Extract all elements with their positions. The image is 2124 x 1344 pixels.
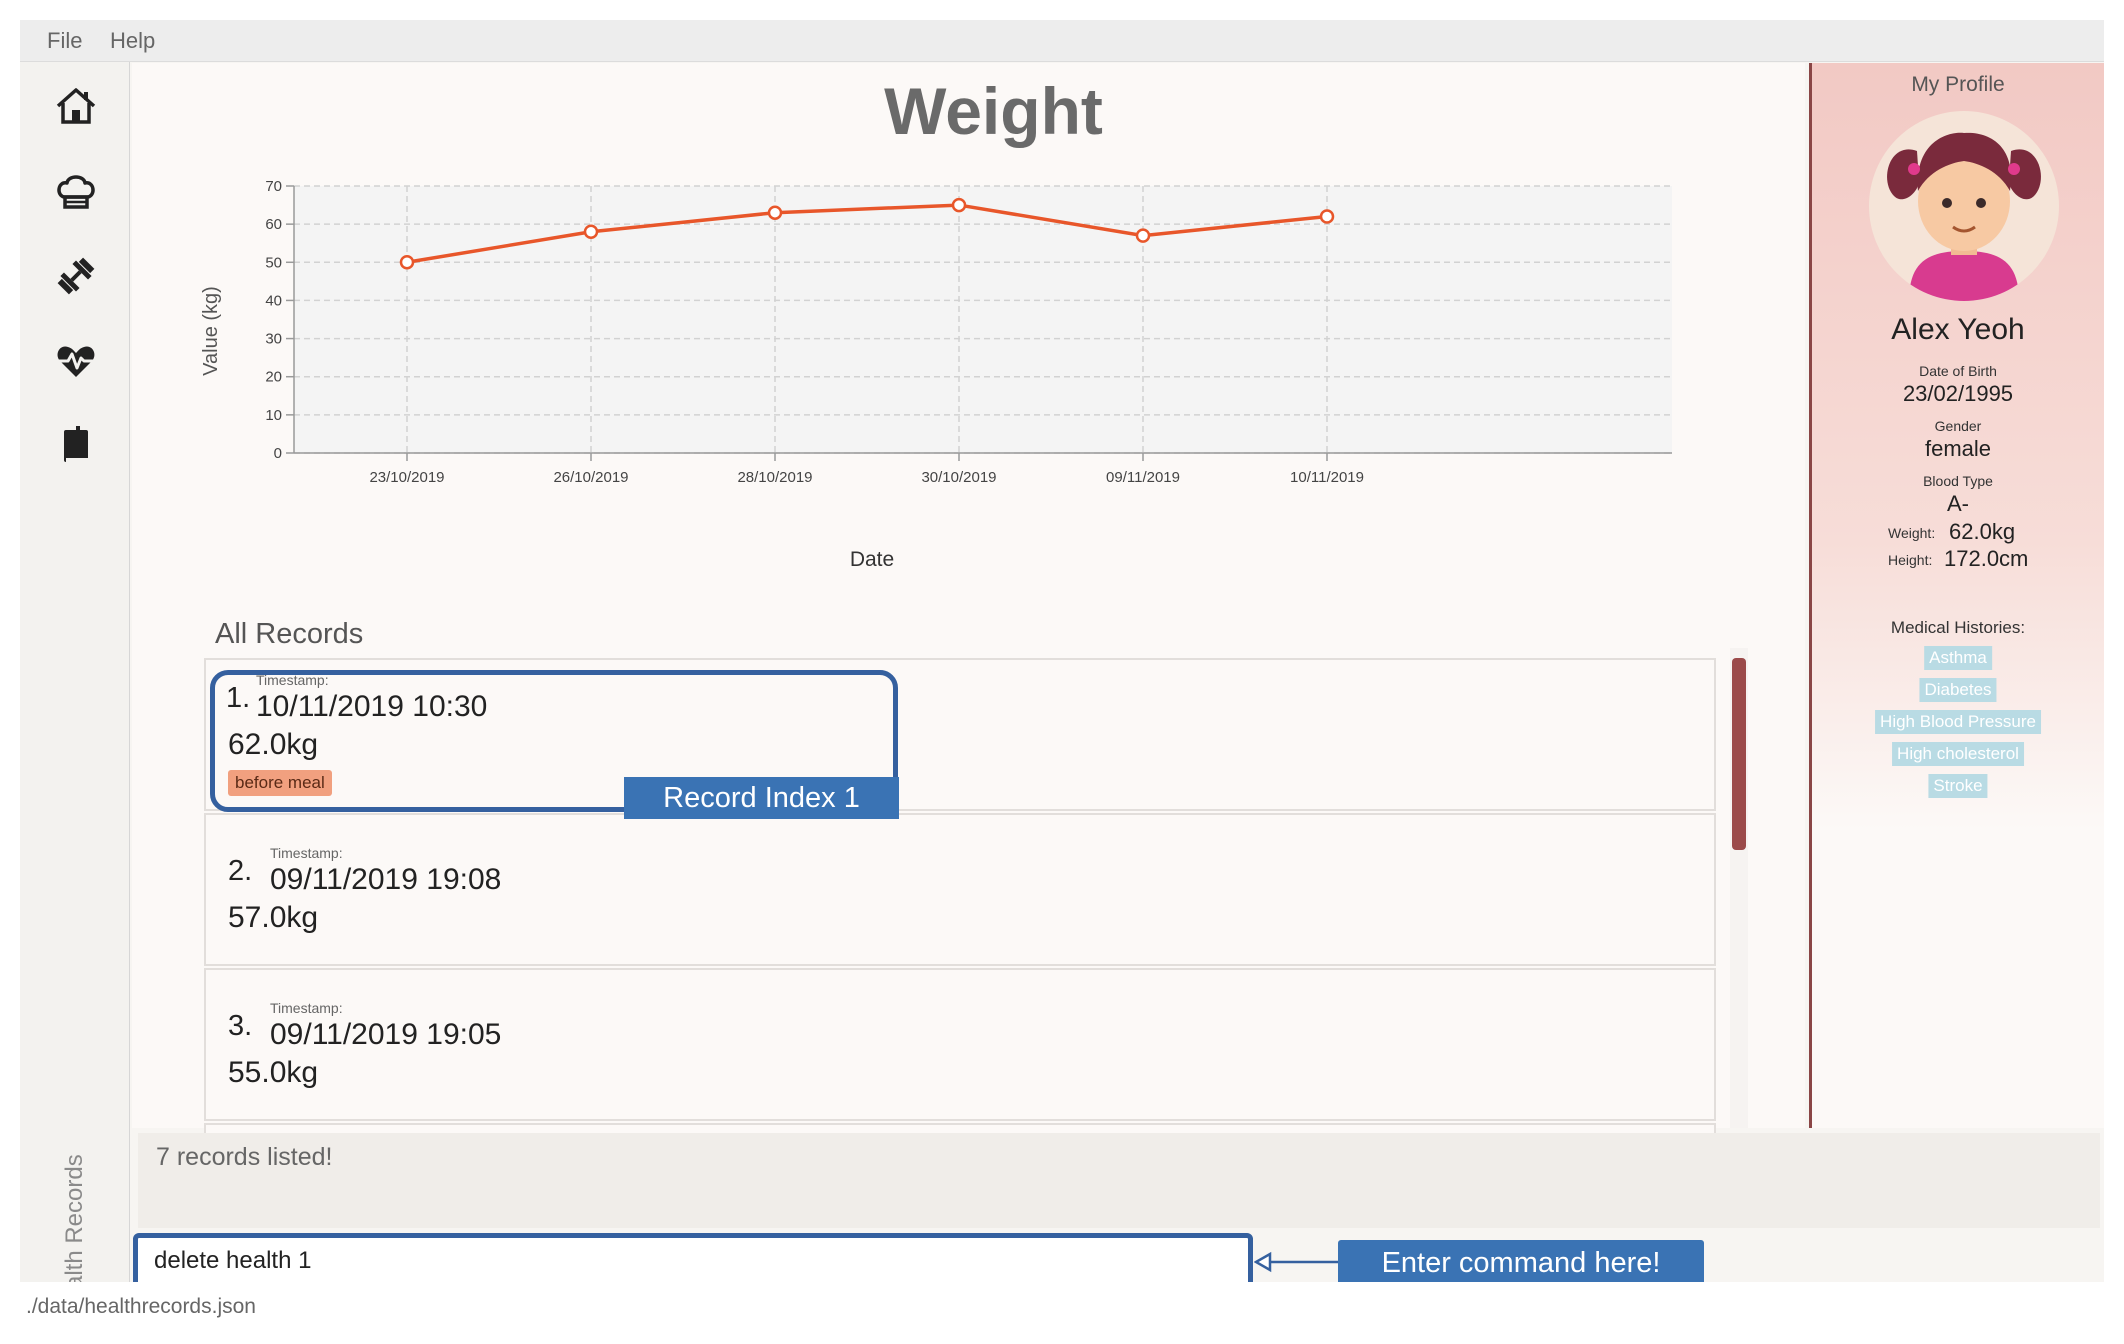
sidebar-vertical-label: Health Records bbox=[61, 1154, 88, 1282]
record-index: 3. bbox=[228, 1010, 253, 1042]
arrow-left-icon bbox=[1254, 1251, 1338, 1273]
height-value: 172.0cm bbox=[1944, 546, 2029, 571]
record-timestamp-label: Timestamp: bbox=[270, 845, 343, 861]
avatar bbox=[1869, 111, 2059, 301]
book-icon[interactable] bbox=[52, 422, 100, 470]
record-timestamp-label: Timestamp: bbox=[270, 1000, 343, 1016]
chart-x-tick-label: 28/10/2019 bbox=[737, 469, 812, 486]
command-callout: Enter command here! bbox=[1338, 1240, 1704, 1282]
history-chip: Asthma bbox=[1924, 646, 1992, 670]
chart-point bbox=[583, 224, 599, 240]
result-text: 7 records listed! bbox=[156, 1143, 333, 1171]
chart-y-ticks: 0 10 20 30 40 50 60 70 bbox=[265, 178, 294, 462]
chart-plot-area bbox=[294, 186, 1672, 453]
profile-panel: My Profile Alex Yeoh Date of Birth 23/02… bbox=[1809, 63, 2104, 1128]
records-title: All Records bbox=[215, 618, 364, 650]
chart-point bbox=[399, 255, 415, 270]
chart-x-axis-label: Date bbox=[850, 548, 894, 571]
dob-value: 23/02/1995 bbox=[1902, 381, 2014, 406]
chart-y-tick-label: 30 bbox=[265, 331, 282, 348]
gender-label: Gender bbox=[1934, 418, 1982, 434]
chart-point bbox=[1135, 228, 1151, 243]
chart-x-tick-label: 26/10/2019 bbox=[553, 469, 628, 486]
main-panel: Weight 0 10 20 30 40 50 60 70 23/10/2019 26/10/2… bbox=[132, 63, 1805, 1143]
history-chip: High cholesterol bbox=[1892, 742, 2024, 766]
chart-x-ticks: 23/10/2019 26/10/2019 28/10/2019 30/10/2019… bbox=[369, 453, 1364, 486]
sidebar: Health Records bbox=[20, 62, 130, 1282]
weight-chart: 0 10 20 30 40 50 60 70 23/10/2019 26/10/2019 28/1… bbox=[200, 178, 1672, 571]
dob-label: Date of Birth bbox=[1919, 363, 1997, 379]
record-card[interactable]: Timestamp: 2. 09/11/2019 19:08 57.0kg bbox=[204, 813, 1716, 966]
result-display: 7 records listed! bbox=[138, 1133, 2100, 1228]
records-scrollbar-thumb[interactable] bbox=[1732, 658, 1746, 850]
chart-grid bbox=[293, 185, 1672, 454]
chart-y-tick-label: 10 bbox=[265, 407, 282, 424]
chart-x-tick-label: 23/10/2019 bbox=[369, 469, 444, 486]
weight-value: 62.0kg bbox=[1949, 519, 2016, 544]
home-icon[interactable] bbox=[52, 82, 100, 130]
history-chip: Diabetes bbox=[1919, 678, 1997, 702]
chart-y-tick-label: 50 bbox=[265, 254, 282, 271]
app-window: File Help Health Records Weight 0 10 20 30 4… bbox=[20, 20, 2104, 1282]
blood-type-label: Blood Type bbox=[1923, 473, 1993, 489]
record-value: 57.0kg bbox=[228, 901, 319, 934]
chart-y-axis-label: Value (kg) bbox=[200, 286, 222, 376]
chart-y-tick-label: 40 bbox=[265, 292, 282, 309]
medical-histories-label: Medical Histories: bbox=[1890, 618, 2026, 637]
record-timestamp: 09/11/2019 19:08 bbox=[270, 863, 502, 896]
chart-point bbox=[951, 197, 967, 213]
menu-bar: File Help bbox=[20, 20, 2104, 62]
profile-name: Alex Yeoh bbox=[1891, 313, 2025, 346]
command-input[interactable] bbox=[133, 1233, 1253, 1282]
chart-point bbox=[1319, 209, 1335, 224]
height-label: Height: bbox=[1888, 552, 1933, 568]
menu-file[interactable]: File bbox=[47, 28, 82, 54]
record-card[interactable]: Timestamp: 3. 09/11/2019 19:05 55.0kg bbox=[204, 968, 1716, 1121]
heartbeat-icon[interactable] bbox=[52, 337, 100, 385]
chart-point bbox=[767, 205, 783, 220]
gender-value: female bbox=[1924, 436, 1992, 461]
record-value: 55.0kg bbox=[228, 1056, 319, 1089]
history-chip: Stroke bbox=[1928, 774, 1988, 798]
chart-y-tick-label: 60 bbox=[265, 216, 282, 233]
record-timestamp: 09/11/2019 19:05 bbox=[270, 1018, 502, 1051]
chart-x-tick-label: 10/11/2019 bbox=[1290, 469, 1364, 486]
menu-help[interactable]: Help bbox=[110, 28, 155, 54]
chart-x-tick-label: 30/10/2019 bbox=[921, 469, 996, 486]
chart-y-tick-label: 70 bbox=[265, 178, 282, 195]
page-title: Weight bbox=[884, 74, 1103, 148]
dumbbell-icon[interactable] bbox=[52, 252, 100, 300]
history-chip: High Blood Pressure bbox=[1875, 710, 2041, 734]
chart-y-tick-label: 0 bbox=[274, 445, 282, 462]
record-index-callout: Record Index 1 bbox=[624, 777, 899, 819]
record-index: 2. bbox=[228, 855, 253, 887]
profile-header: My Profile bbox=[1911, 73, 2005, 96]
blood-type-value: A- bbox=[1947, 491, 1969, 516]
status-bar-path: ./data/healthrecords.json bbox=[26, 1295, 256, 1318]
chart-x-tick-label: 09/11/2019 bbox=[1106, 469, 1180, 486]
chef-hat-icon[interactable] bbox=[52, 167, 100, 215]
chart-y-tick-label: 20 bbox=[265, 369, 282, 386]
weight-label: Weight: bbox=[1888, 525, 1936, 541]
